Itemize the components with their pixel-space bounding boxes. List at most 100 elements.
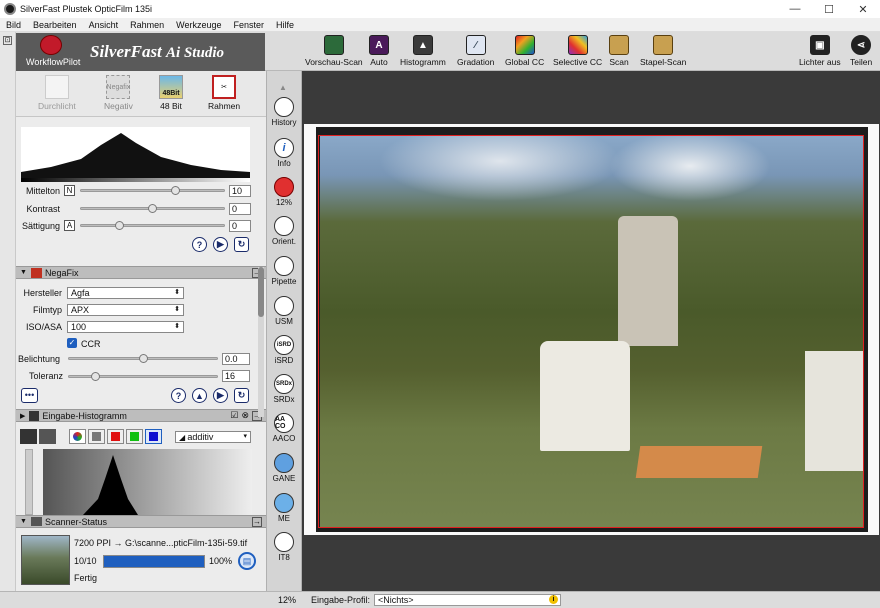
cancel-icon[interactable]: ⊗ [241,410,249,421]
kontrast-slider[interactable] [80,204,225,213]
tool-usm[interactable]: USM [266,296,302,326]
expand-panel-icon[interactable]: → [252,516,262,527]
expert-icon[interactable]: ▲ [192,388,207,403]
tool-zoom[interactable]: 12% [266,177,302,207]
menu-bild[interactable]: Bild [0,20,27,30]
warning-icon[interactable]: i [549,595,558,604]
tool-isrd[interactable]: iSRD iSRD [266,335,302,365]
negafix-header[interactable]: ▼ NegaFix → [16,266,266,279]
help-icon[interactable]: ? [171,388,186,403]
toolbar-histogram-button[interactable]: ▲ Histogramm [400,35,446,67]
belichtung-slider-knob[interactable] [139,354,148,363]
pin-icon[interactable]: ⊡ [3,36,12,45]
belichtung-slider[interactable] [68,354,218,363]
maximize-button[interactable]: ☐ [812,0,846,18]
check-icon[interactable]: ☑ [230,410,238,421]
reset-icon[interactable]: ↻ [234,388,249,403]
input-histogram-header[interactable]: ▶ Eingabe-Histogramm ☑ ⊗ → [16,409,266,422]
crop-frame[interactable] [318,135,864,528]
more-options-button[interactable]: ••• [21,388,38,403]
tool-pipette[interactable]: Pipette [266,256,302,286]
batch-scan-icon [653,35,674,55]
kontrast-slider-knob[interactable] [148,204,157,213]
channel-red-icon[interactable] [107,429,124,444]
scan-icon [609,35,629,55]
play-icon[interactable]: ▶ [213,388,228,403]
mode-durchlicht[interactable]: Durchlicht [38,75,76,111]
collapse-arrow-icon[interactable]: ▼ [20,518,27,525]
workflowpilot-icon[interactable] [40,35,62,55]
help-icon[interactable]: ? [192,237,207,252]
expand-arrow-icon[interactable]: ▶ [20,412,25,420]
scroll-up-icon[interactable]: ▲ [279,83,287,92]
profile-field[interactable]: <Nichts> i [374,594,561,606]
chevron-down-icon: ▾ [243,433,247,440]
reset-icon[interactable]: ↻ [234,237,249,252]
tool-srdx[interactable]: SRDx SRDx [266,374,302,404]
filmtyp-select[interactable]: APX ⬍ [67,304,184,316]
auto-levels-icon[interactable] [39,429,56,444]
menu-bearbeiten[interactable]: Bearbeiten [27,20,83,30]
share-button[interactable]: ⋖ Teilen [850,35,872,67]
tool-orientation[interactable]: Orient. [266,216,302,246]
minimize-button[interactable]: — [778,0,812,18]
saettigung-slider-knob[interactable] [115,221,124,230]
menu-werkzeuge[interactable]: Werkzeuge [170,20,227,30]
mode-rahmen[interactable]: ✂ Rahmen [208,75,240,111]
toleranz-value[interactable]: 16 [222,370,250,382]
panel-scrollbar-thumb[interactable] [258,267,264,317]
tool-me[interactable]: ME [266,493,302,523]
saettigung-label: Sättigung [21,221,60,231]
belichtung-value[interactable]: 0.0 [222,353,250,365]
channel-blue-icon[interactable] [145,429,162,444]
mittelton-slider[interactable] [80,186,225,195]
mittelton-slider-knob[interactable] [171,186,180,195]
toolbar-gradation-button[interactable]: ∕ Gradation [457,35,494,67]
levels-tool-icon[interactable] [20,429,37,444]
toolbar-selective-cc-button[interactable]: Selective CC [553,35,602,67]
mittelton-label: Mittelton [25,186,60,196]
close-button[interactable]: ✕ [846,0,880,18]
hersteller-select[interactable]: Agfa ⬍ [67,287,184,299]
tool-gane[interactable]: GANE [266,453,302,483]
toolbar-label: Teilen [850,57,873,67]
pipette-icon [274,256,294,276]
toleranz-slider[interactable] [68,372,218,381]
open-file-icon[interactable]: ▤ [238,552,256,570]
channel-all-icon[interactable] [69,429,86,444]
toolbar-scan-button[interactable]: Scan [609,35,629,67]
tool-info[interactable]: i Info [266,138,302,168]
histogram-mode-select[interactable]: ◢ additiv ▾ [175,431,251,443]
lights-off-button[interactable]: ▣ Lichter aus [799,35,841,67]
menu-rahmen[interactable]: Rahmen [124,20,170,30]
menu-ansicht[interactable]: Ansicht [83,20,125,30]
mittelton-value[interactable]: 10 [229,185,251,197]
panel-scrollbar[interactable] [258,267,264,417]
iso-select[interactable]: 100 ⬍ [67,321,184,333]
toleranz-slider-knob[interactable] [91,372,100,381]
scanner-status-header[interactable]: ▼ Scanner-Status → [16,515,266,528]
ccr-checkbox[interactable]: ✓ [67,338,77,348]
tool-history[interactable]: History [266,97,302,127]
workflowpilot-label[interactable]: WorkflowPilot [26,57,80,67]
play-icon[interactable]: ▶ [213,237,228,252]
saettigung-value[interactable]: 0 [229,220,251,232]
saettigung-slider[interactable] [80,221,225,230]
channel-green-icon[interactable] [126,429,143,444]
mittelton-mode-button[interactable]: N [64,185,75,196]
channel-gray-icon[interactable] [88,429,105,444]
toolbar-global-cc-button[interactable]: Global CC [505,35,544,67]
toolbar-auto-button[interactable]: A Auto [369,35,389,67]
tool-it8[interactable]: IT8 [266,532,302,562]
tool-aaco[interactable]: AA CO AACO [266,413,302,443]
menu-hilfe[interactable]: Hilfe [270,20,300,30]
mode-48bit[interactable]: 48Bit 48 Bit [159,75,183,111]
mode-negativ[interactable]: Negafix Negativ [104,75,133,111]
histogram-mode-value: additiv [187,432,214,442]
menu-fenster[interactable]: Fenster [227,20,270,30]
collapse-arrow-icon[interactable]: ▼ [20,269,27,276]
toolbar-prescan-button[interactable]: Vorschau-Scan [305,35,363,67]
kontrast-value[interactable]: 0 [229,203,251,215]
saettigung-mode-button[interactable]: A [64,220,75,231]
toolbar-batch-scan-button[interactable]: Stapel-Scan [640,35,686,67]
